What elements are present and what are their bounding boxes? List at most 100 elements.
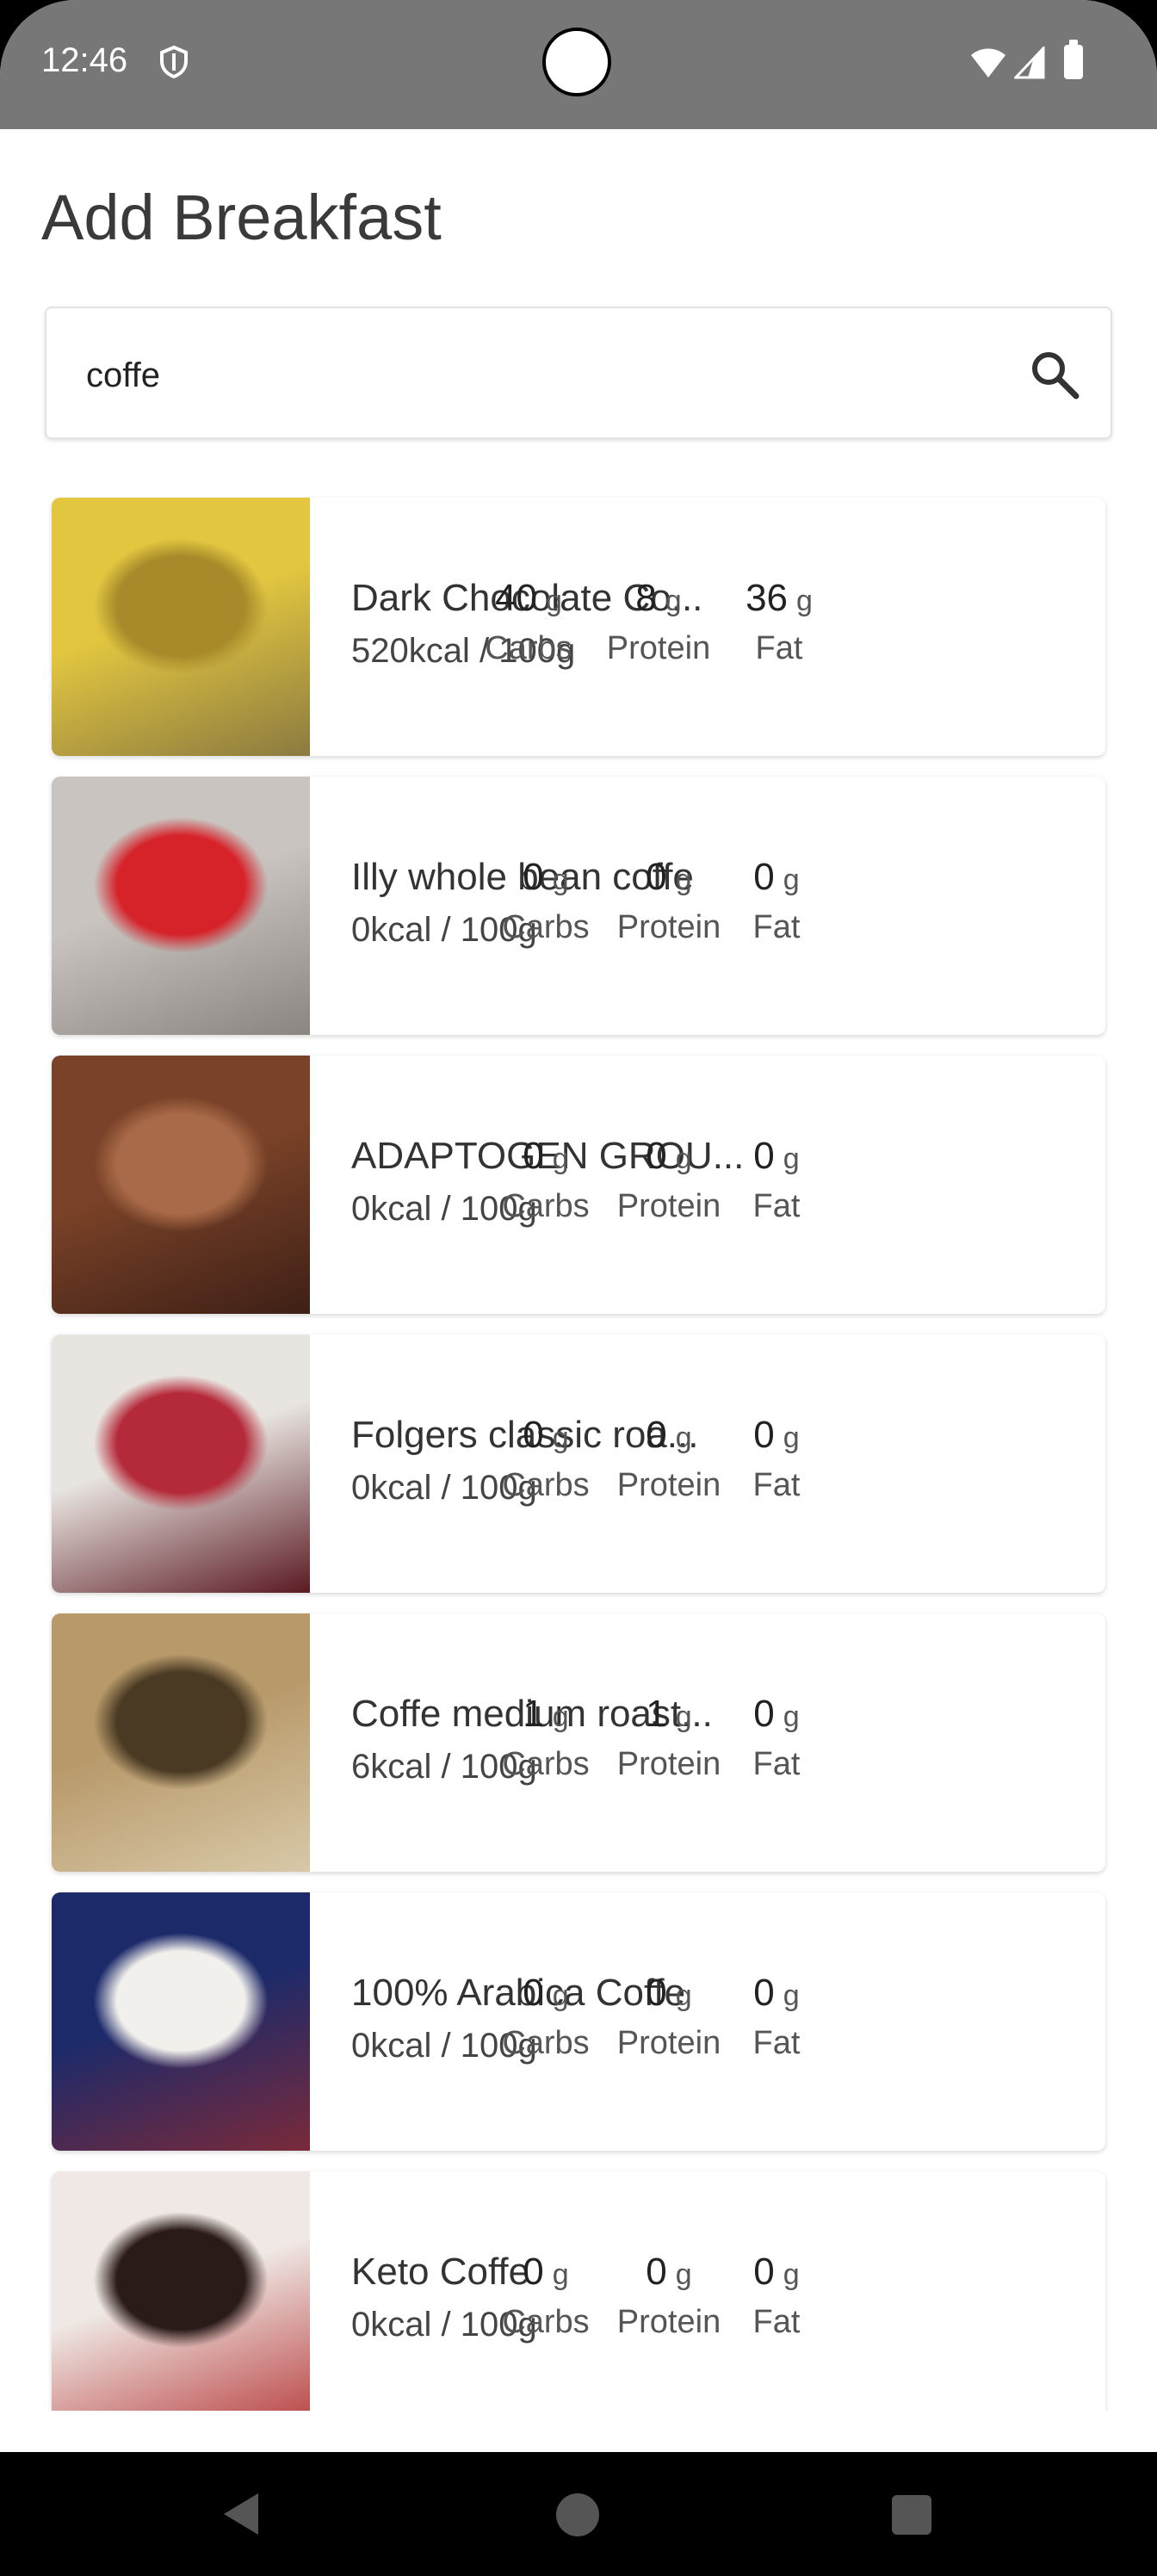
fat-macro: 0g Fat	[733, 1972, 820, 2062]
fat-macro: 36 g Fat	[723, 577, 835, 667]
fat-macro: 0g Fat	[733, 1135, 820, 1225]
unit-label: g	[796, 585, 813, 617]
fat-label: Fat	[752, 1467, 801, 1503]
protein-value: 0	[646, 1972, 667, 2014]
protein-label: Protein	[606, 630, 711, 666]
food-result-card[interactable]: 100% Arabica Coffe 0kcal / 100g 0g Carbs…	[52, 1892, 1105, 2151]
unit-label: g	[783, 2258, 800, 2291]
fat-macro: 0g Fat	[733, 1693, 820, 1783]
food-result-card[interactable]: Keto Coffe 0kcal / 100g 0g Carbs 0g Prot…	[52, 2171, 1105, 2411]
carbs-macro: 0g Carbs	[486, 856, 606, 946]
carbs-label: Carbs	[502, 1746, 590, 1782]
unit-label: g	[783, 1421, 800, 1454]
carbs-macro: 40 g Carbs	[468, 577, 589, 667]
unit-label: g	[675, 2258, 692, 2291]
carbs-macro: 0g Carbs	[486, 2251, 606, 2341]
status-bar: 12:46	[0, 0, 1157, 129]
unit-label: g	[675, 1142, 692, 1175]
navigation-bar	[0, 2452, 1157, 2576]
food-thumbnail	[52, 2171, 310, 2411]
unit-label: g	[546, 585, 562, 617]
unit-label: g	[783, 1979, 800, 2012]
fat-label: Fat	[752, 909, 801, 945]
home-icon[interactable]	[556, 2493, 599, 2536]
protein-macro: 0g Protein	[604, 1135, 733, 1225]
food-result-card[interactable]: Folgers classic roa... 0kcal / 100g 0g C…	[52, 1334, 1105, 1593]
unit-label: g	[783, 1142, 800, 1175]
unit-label: g	[675, 1700, 692, 1733]
carbs-macro: 0g Carbs	[486, 1972, 606, 2062]
unit-label: g	[783, 864, 800, 896]
unit-label: g	[552, 2258, 569, 2291]
carbs-label: Carbs	[502, 2025, 590, 2061]
unit-label: g	[783, 1700, 800, 1733]
protein-label: Protein	[616, 1188, 721, 1224]
food-result-card[interactable]: Illy whole bean coffe 0kcal / 100g 0g Ca…	[52, 777, 1105, 1035]
fat-value: 0	[753, 1414, 775, 1456]
food-result-card[interactable]: Dark Chocolate Co... 520kcal / 100g 40 g …	[52, 498, 1105, 756]
unit-label: g	[665, 585, 682, 617]
fat-value: 0	[753, 1135, 775, 1177]
protein-label: Protein	[616, 2025, 721, 2061]
carbs-label: Carbs	[502, 2304, 590, 2340]
protein-value: 0	[646, 1135, 667, 1177]
fat-label: Fat	[752, 1188, 801, 1224]
protein-macro: 0g Protein	[604, 1972, 733, 2062]
unit-label: g	[552, 864, 569, 896]
camera-cutout	[542, 28, 611, 96]
protein-label: Protein	[616, 1467, 721, 1503]
recents-icon[interactable]	[892, 2495, 931, 2535]
food-thumbnail	[52, 1334, 310, 1593]
protein-macro: 0g Protein	[604, 856, 733, 946]
carbs-macro: 0g Carbs	[486, 1135, 606, 1225]
protein-value: 1	[646, 1693, 667, 1735]
food-result-card[interactable]: ADAPTOGEN GROU... 0kcal / 100g 0g Carbs …	[52, 1056, 1105, 1314]
page-title: Add Breakfast	[41, 182, 442, 253]
back-icon[interactable]	[220, 2490, 263, 2538]
protein-macro: 8g Protein	[594, 577, 723, 667]
protein-label: Protein	[616, 2304, 721, 2340]
unit-label: g	[552, 1142, 569, 1175]
fat-macro: 0g Fat	[733, 1414, 820, 1504]
food-thumbnail	[52, 1613, 310, 1872]
fat-value: 0	[753, 1972, 775, 2014]
search-input[interactable]	[86, 350, 947, 401]
search-icon[interactable]	[1026, 346, 1083, 403]
food-thumbnail	[52, 1056, 310, 1314]
food-results-list: Dark Chocolate Co... 520kcal / 100g 40 g …	[0, 491, 1157, 2411]
fat-value: 0	[753, 856, 775, 898]
carbs-label: Carbs	[502, 909, 590, 945]
unit-label: g	[675, 864, 692, 896]
protein-macro: 1g Protein	[604, 1693, 733, 1783]
protein-macro: 0g Protein	[604, 1414, 733, 1504]
unit-label: g	[675, 1421, 692, 1454]
search-bar	[45, 307, 1112, 439]
carbs-value: 0	[523, 2251, 544, 2293]
carbs-label: Carbs	[502, 1467, 590, 1503]
unit-label: g	[675, 1979, 692, 2012]
signal-icon	[1014, 46, 1045, 79]
carbs-label: Carbs	[502, 1188, 590, 1224]
food-thumbnail	[52, 498, 310, 756]
unit-label: g	[552, 1700, 569, 1733]
carbs-value: 0	[523, 1414, 544, 1456]
food-result-card[interactable]: Coffe medium roast... 6kcal / 100g 1g Ca…	[52, 1613, 1105, 1872]
carbs-value: 40	[495, 577, 538, 619]
carbs-value: 0	[523, 1135, 544, 1177]
fat-label: Fat	[752, 2025, 801, 2061]
fat-macro: 0g Fat	[733, 856, 820, 946]
protein-value: 8	[635, 577, 657, 619]
fat-label: Fat	[755, 630, 803, 666]
carbs-label: Carbs	[485, 630, 572, 666]
unit-label: g	[552, 1421, 569, 1454]
carbs-value: 0	[523, 856, 544, 898]
fat-macro: 0g Fat	[733, 2251, 820, 2341]
carbs-macro: 0g Carbs	[486, 1414, 606, 1504]
fat-value: 0	[753, 1693, 775, 1735]
carbs-value: 1	[523, 1693, 544, 1735]
fat-label: Fat	[752, 2304, 801, 2340]
shield-icon	[160, 45, 188, 79]
food-thumbnail	[52, 1892, 310, 2151]
food-thumbnail	[52, 777, 310, 1035]
protein-value: 0	[646, 856, 667, 898]
